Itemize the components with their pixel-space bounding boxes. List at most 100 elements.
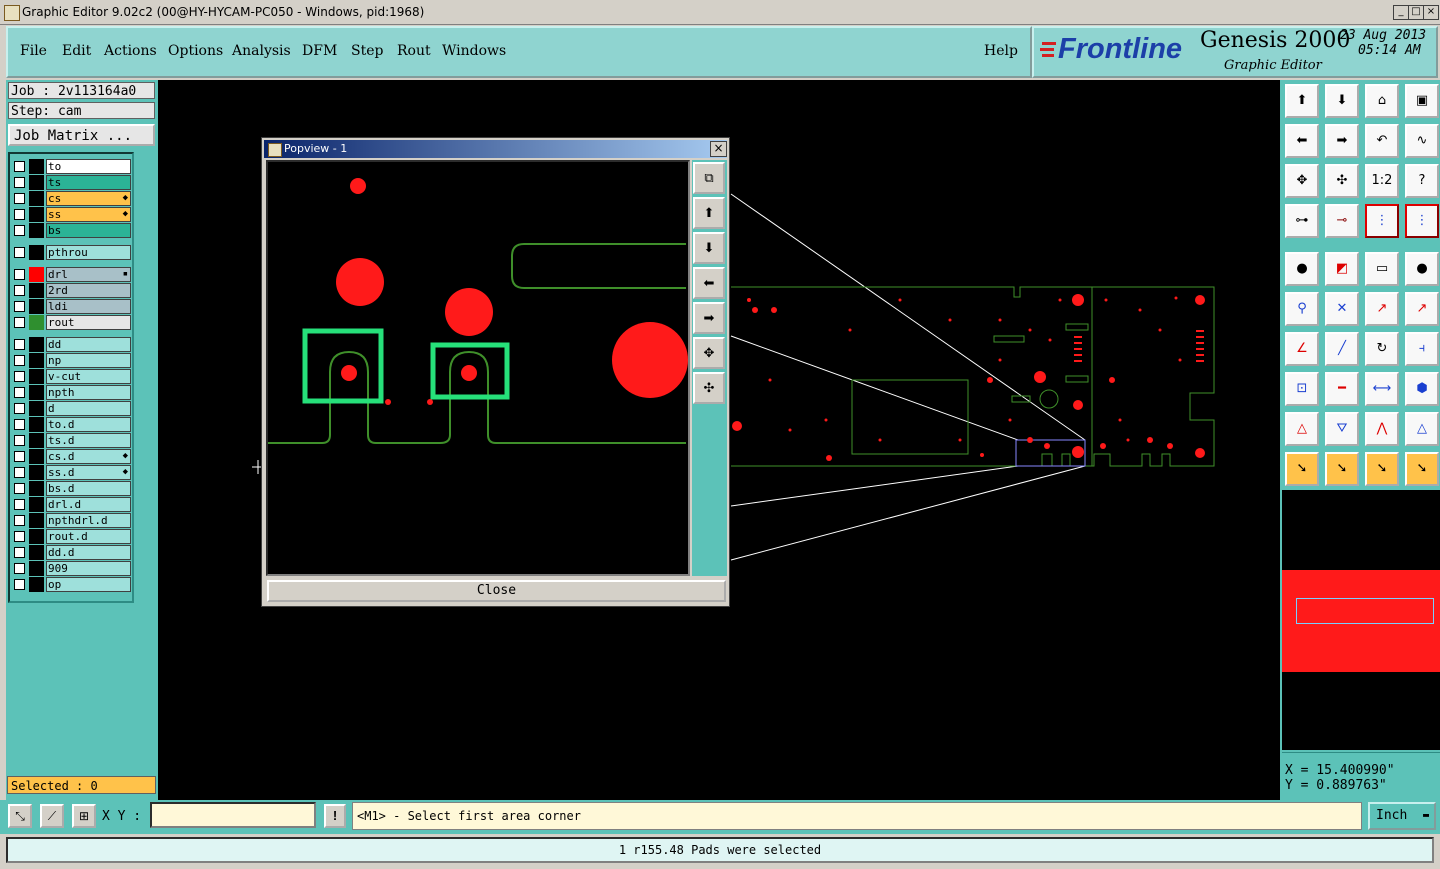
layer-name[interactable]: dd <box>46 337 131 352</box>
popview-zoom-in-icon[interactable]: ✥ <box>693 337 725 369</box>
layer-checkbox[interactable] <box>14 419 25 430</box>
home-icon[interactable]: ⌂ <box>1365 84 1399 118</box>
layer-checkbox[interactable] <box>14 355 25 366</box>
popview-canvas[interactable] <box>266 160 690 576</box>
layer-name[interactable]: v-cut <box>46 369 131 384</box>
execute-button[interactable]: ! <box>324 804 346 828</box>
overview-map[interactable] <box>1282 490 1440 750</box>
step-arrow-icon[interactable]: ➘ <box>1405 452 1439 486</box>
connect-icon[interactable]: ⚲ <box>1285 292 1319 326</box>
menu-edit[interactable]: Edit <box>62 43 91 59</box>
units-selector[interactable]: Inch ▬ <box>1368 802 1436 830</box>
popview-pan-down-icon[interactable]: ⬇ <box>693 232 725 264</box>
layer-checkbox[interactable] <box>14 177 25 188</box>
slash-icon[interactable]: ╱ <box>1325 332 1359 366</box>
layer-name[interactable]: np <box>46 353 131 368</box>
color-icon[interactable]: ◩ <box>1325 252 1359 286</box>
arc-icon[interactable]: ↻ <box>1365 332 1399 366</box>
menu-actions[interactable]: Actions <box>104 43 157 59</box>
zoom-prev-icon[interactable]: ⬇ <box>1325 84 1359 118</box>
grid-mode-icon[interactable]: ⟋ <box>40 804 64 828</box>
layer-row[interactable]: to <box>10 159 132 174</box>
layer-name[interactable]: ts.d <box>46 433 131 448</box>
layer-checkbox[interactable] <box>14 467 25 478</box>
layer-row[interactable]: d <box>10 401 132 416</box>
layer-checkbox[interactable] <box>14 515 25 526</box>
layer-row[interactable]: rout <box>10 315 132 330</box>
layer-row[interactable]: ldi <box>10 299 132 314</box>
layer-name[interactable]: ldi <box>46 299 131 314</box>
layer-name[interactable]: drl ▪ <box>46 267 131 282</box>
pan-right-icon[interactable]: ➡ <box>1325 124 1359 158</box>
layer-net-icon[interactable]: ⋮ <box>1365 204 1399 238</box>
triangle-blue-icon[interactable]: ⛛ <box>1325 412 1359 446</box>
menu-windows[interactable]: Windows <box>442 43 506 59</box>
layer-checkbox[interactable] <box>14 563 25 574</box>
probe-icon[interactable]: ⊸ <box>1325 204 1359 238</box>
layer-name[interactable]: npth <box>46 385 131 400</box>
angle-icon[interactable]: ∠ <box>1285 332 1319 366</box>
layer-name[interactable]: cs ◆ <box>46 191 131 206</box>
popview-zoom-out-icon[interactable]: ✣ <box>693 372 725 404</box>
dim-icon[interactable]: ⟷ <box>1365 372 1399 406</box>
layer-name[interactable]: to.d <box>46 417 131 432</box>
layer-checkbox[interactable] <box>14 339 25 350</box>
layer-name[interactable]: drl.d <box>46 497 131 512</box>
popview-pan-up-icon[interactable]: ⬆ <box>693 197 725 229</box>
triangle-icon[interactable]: △ <box>1285 412 1319 446</box>
layer-name[interactable]: ss.d ◆ <box>46 465 131 480</box>
select-box-icon[interactable]: ➘ <box>1325 452 1359 486</box>
undo-zoom-icon[interactable]: ↶ <box>1365 124 1399 158</box>
layer-checkbox[interactable] <box>14 451 25 462</box>
zoom-fit-icon[interactable]: ✥ <box>1285 164 1319 198</box>
layer-row[interactable]: npth <box>10 385 132 400</box>
help-icon[interactable]: ? <box>1405 164 1439 198</box>
layer-checkbox[interactable] <box>14 387 25 398</box>
split-icon[interactable]: ⫞ <box>1405 332 1439 366</box>
hline-icon[interactable]: ━ <box>1325 372 1359 406</box>
layer-name[interactable]: ts <box>46 175 131 190</box>
menu-rout[interactable]: Rout <box>397 43 431 59</box>
layer-row[interactable]: 909 <box>10 561 132 576</box>
pad-rect-icon[interactable]: ⊡ <box>1285 372 1319 406</box>
select-cursor-icon[interactable]: ➘ <box>1365 452 1399 486</box>
layer-row[interactable]: cs ◆ <box>10 191 132 206</box>
job-matrix-button[interactable]: Job Matrix ... <box>8 124 155 146</box>
layer-row[interactable]: dd.d <box>10 545 132 560</box>
pan-left-icon[interactable]: ⬅ <box>1285 124 1319 158</box>
layer-checkbox[interactable] <box>14 483 25 494</box>
layer-name[interactable]: rout.d <box>46 529 131 544</box>
layer-checkbox[interactable] <box>14 225 25 236</box>
layer-checkbox[interactable] <box>14 161 25 172</box>
layer-checkbox[interactable] <box>14 579 25 590</box>
layer-checkbox[interactable] <box>14 209 25 220</box>
popview-close-icon[interactable]: × <box>710 141 727 157</box>
layer-name[interactable]: 2rd <box>46 283 131 298</box>
layer-checkbox[interactable] <box>14 247 25 258</box>
minimize-button[interactable]: _ <box>1393 5 1409 20</box>
measure-icon[interactable]: ⊶ <box>1285 204 1319 238</box>
ruler-icon[interactable]: ▭ <box>1365 252 1399 286</box>
layer-name[interactable]: rout <box>46 315 131 330</box>
layer-checkbox[interactable] <box>14 301 25 312</box>
triangle-right-icon[interactable]: △ <box>1405 412 1439 446</box>
layer-name[interactable]: d <box>46 401 131 416</box>
zoom-home-icon[interactable]: ⬆ <box>1285 84 1319 118</box>
shapes-icon[interactable]: ⬢ <box>1405 372 1439 406</box>
line-dot-icon[interactable]: ↗ <box>1405 292 1439 326</box>
layer-row[interactable]: np <box>10 353 132 368</box>
layer-checkbox[interactable] <box>14 547 25 558</box>
layer-name[interactable]: 909 <box>46 561 131 576</box>
popview-zoom-window-icon[interactable]: ⧉ <box>693 162 725 194</box>
layer-row[interactable]: ss.d ◆ <box>10 465 132 480</box>
zoom-center-icon[interactable]: ✣ <box>1325 164 1359 198</box>
layer-checkbox[interactable] <box>14 531 25 542</box>
layer-row[interactable]: bs <box>10 223 132 238</box>
snap-mode-icon[interactable]: ⤡ <box>8 804 32 828</box>
layer-row[interactable]: ts <box>10 175 132 190</box>
menu-options[interactable]: Options <box>168 43 223 59</box>
triangle-up-icon[interactable]: ⋀ <box>1365 412 1399 446</box>
pad-select-icon[interactable]: ● <box>1285 252 1319 286</box>
xy-input[interactable] <box>150 802 316 828</box>
layer-checkbox[interactable] <box>14 285 25 296</box>
